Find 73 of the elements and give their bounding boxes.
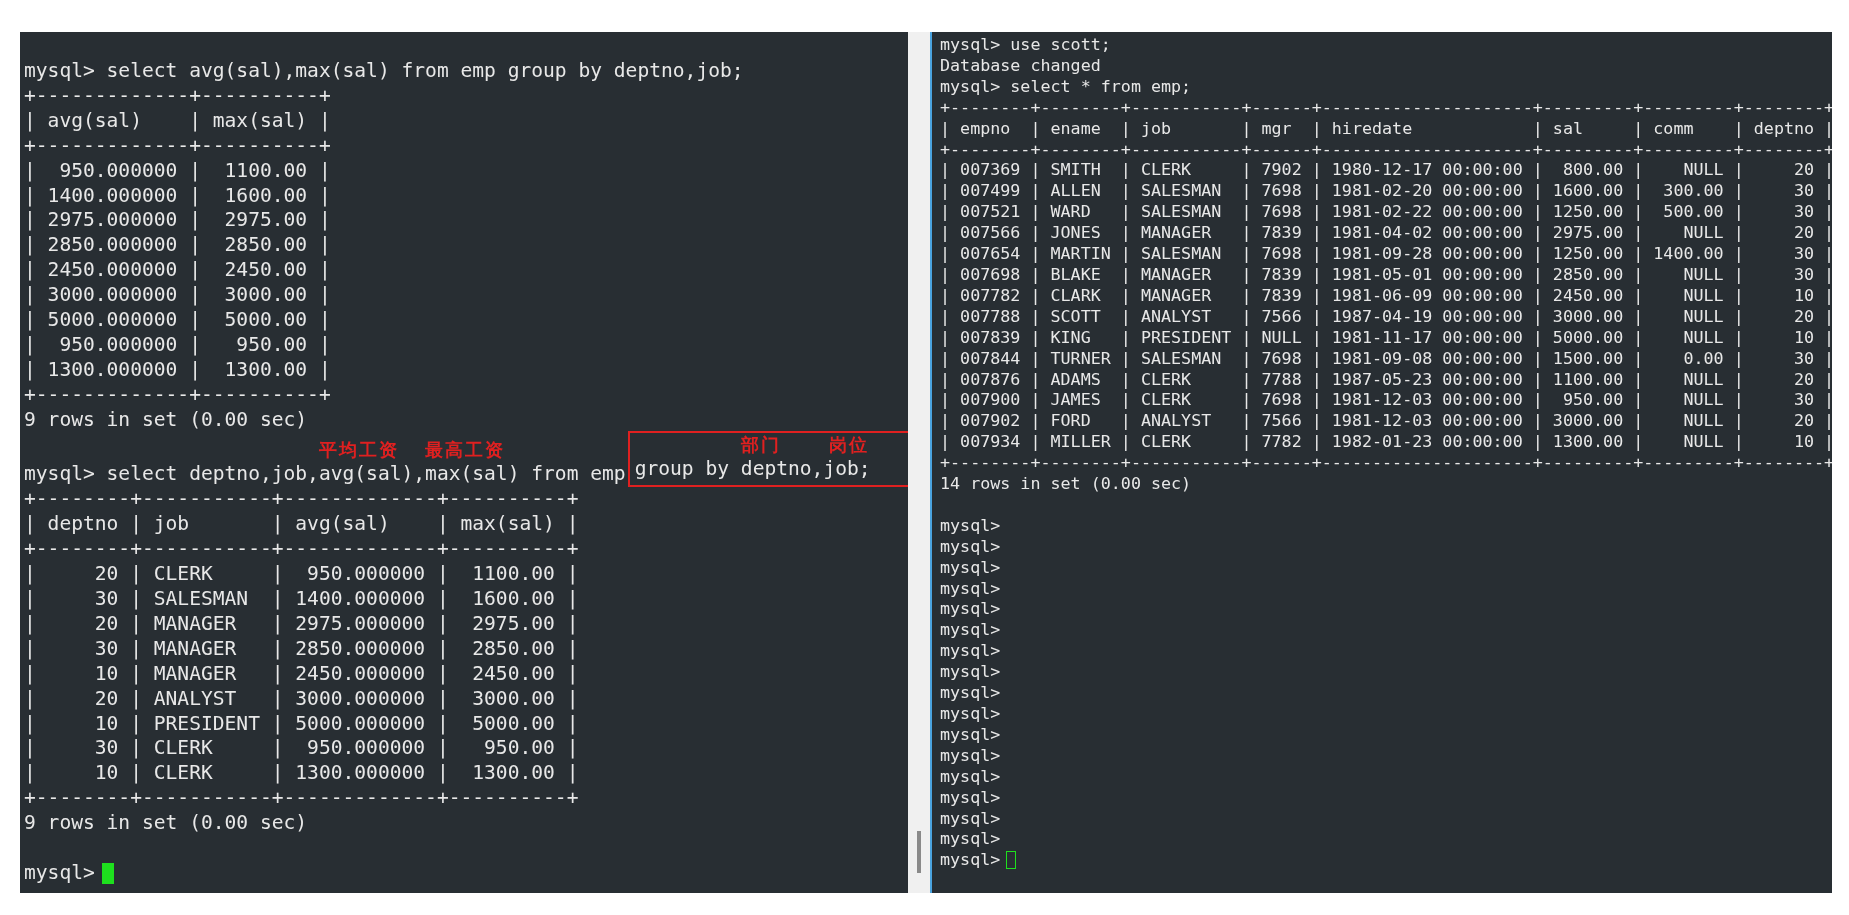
terminal-line: mysql> select deptno,job,avg(sal),max(sal) from emp	[24, 462, 626, 488]
terminal-line: | 10 | PRESIDENT | 5000.000000 | 5000.00 |	[24, 711, 580, 737]
annotation-label: 平均工资	[318, 438, 399, 460]
terminal-line: mysql>	[940, 682, 1002, 703]
terminal-line: 9 rows in set (0.00 sec)	[24, 407, 309, 433]
terminal-line: mysql>	[940, 661, 1002, 683]
terminal-line: | 007902 | FORD | ANALYST | 7566 | 1981-12-03 00:00:00 | 3000.00 | NULL | 20 |	[940, 410, 1832, 432]
terminal-line: mysql> use scott;	[940, 34, 1112, 55]
terminal-line: | 5000.000000 | 5000.00 |	[24, 308, 332, 333]
terminal-line: | 20 | MANAGER | 2975.000000 | 2975.00 |	[24, 611, 580, 637]
terminal-line: | 007654 | MARTIN | SALESMAN | 7698 | 1981-09-28 00:00:00 | 1250.00 | 1400.00 | 30 |	[940, 243, 1832, 264]
terminal-line: | 2450.000000 | 2450.00 |	[24, 258, 332, 284]
terminal-line: mysql>	[940, 828, 1002, 850]
terminal-line: mysql>	[940, 619, 1002, 641]
terminal-line: mysql>	[940, 535, 1002, 557]
terminal-line: Database changed	[940, 54, 1102, 76]
terminal-line: | 007782 | CLARK | MANAGER | 7839 | 1981-06-09 00:00:00 | 2450.00 | NULL | 10 |	[940, 284, 1832, 306]
terminal-line: +-------------+----------+	[24, 382, 332, 408]
terminal-line: | 950.000000 | 1100.00 |	[24, 158, 332, 184]
terminal-line: | 3000.000000 | 3000.00 |	[24, 283, 332, 309]
terminal-line: 14 rows in set (0.00 sec)	[940, 473, 1193, 494]
terminal-line: mysql>	[940, 723, 1002, 745]
terminal-line: mysql>	[940, 807, 1002, 829]
terminal-line: mysql>	[940, 786, 1002, 808]
terminal-line: mysql>	[940, 556, 1002, 578]
terminal-line: | 2850.000000 | 2850.00 |	[24, 233, 332, 259]
terminal-line: | 007876 | ADAMS | CLERK | 7788 | 1987-05-23 00:00:00 | 1100.00 | NULL | 20 |	[940, 368, 1832, 390]
terminal-line: | 007934 | MILLER | CLERK | 7782 | 1982-01-23 00:00:00 | 1300.00 | NULL | 10 |	[940, 431, 1832, 453]
annotation-label: 部门	[740, 433, 781, 455]
terminal-line: | 007566 | JONES | MANAGER | 7839 | 1981-04-02 00:00:00 | 2975.00 | NULL | 20 |	[940, 222, 1832, 244]
scrollbar-thumb[interactable]	[917, 831, 921, 873]
terminal-line: +--------+-----------+-------------+----------+	[24, 537, 580, 563]
terminal-line: | 30 | SALESMAN | 1400.000000 | 1600.00 |	[24, 587, 580, 612]
terminal-line: | 007844 | TURNER | SALESMAN | 7698 | 1981-09-08 00:00:00 | 1500.00 | 0.00 | 30 |	[940, 347, 1832, 369]
terminal-line: 9 rows in set (0.00 sec)	[24, 811, 309, 837]
terminal-line: | 007900 | JAMES | CLERK | 7698 | 1981-12-03 00:00:00 | 950.00 | NULL | 30 |	[940, 389, 1832, 411]
terminal-line: | 1400.000000 | 1600.00 |	[24, 183, 332, 209]
terminal-line: mysql> select * from emp;	[940, 75, 1193, 97]
terminal-line: | 007839 | KING | PRESIDENT | NULL | 1981-11-17 00:00:00 | 5000.00 | NULL | 10 |	[940, 326, 1832, 348]
terminal-line: mysql> select avg(sal),max(sal) from emp group by deptno,job;	[24, 59, 745, 84]
terminal-line: | avg(sal) | max(sal) |	[24, 108, 332, 134]
terminal-line: mysql>	[940, 640, 1002, 662]
terminal-line: mysql>	[940, 849, 1001, 871]
terminal-line: | 007499 | ALLEN | SALESMAN | 7698 | 1981-02-20 00:00:00 | 1600.00 | 300.00 | 30 |	[940, 180, 1832, 202]
annotation-label: 最高工资	[425, 438, 506, 460]
terminal-line: mysql>	[940, 744, 1002, 766]
terminal-line: +--------+-----------+-------------+----------+	[24, 487, 580, 513]
terminal-line: | 007521 | WARD | SALESMAN | 7698 | 1981-02-22 00:00:00 | 1250.00 | 500.00 | 30 |	[940, 201, 1832, 223]
terminal-line: | 20 | ANALYST | 3000.000000 | 3000.00 |	[24, 686, 580, 712]
terminal-line: | 10 | MANAGER | 2450.000000 | 2450.00 |	[24, 661, 580, 687]
terminal-line: mysql>	[940, 703, 1002, 724]
terminal-line: mysql>	[940, 765, 1002, 787]
terminal-line: | 1300.000000 | 1300.00 |	[24, 357, 332, 383]
terminal-line: | 2975.000000 | 2975.00 |	[24, 208, 332, 234]
terminal-line: +--------+-----------+-------------+----------+	[24, 786, 580, 812]
annotation-label: 岗位	[829, 433, 870, 455]
terminal-line: | 007369 | SMITH | CLERK | 7902 | 1980-12-17 00:00:00 | 800.00 | NULL | 20 |	[940, 159, 1832, 181]
terminal-line: mysql>	[24, 860, 95, 886]
terminal-line: | 950.000000 | 950.00 |	[24, 332, 332, 358]
terminal-line: | 30 | CLERK | 950.000000 | 950.00 |	[24, 736, 580, 762]
terminal-line: mysql>	[940, 598, 1002, 620]
terminal-line: | 007788 | SCOTT | ANALYST | 7566 | 1987-04-19 00:00:00 | 3000.00 | NULL | 20 |	[940, 305, 1832, 327]
terminal-line: | 20 | CLERK | 950.000000 | 1100.00 |	[24, 562, 580, 587]
terminal-line: | 30 | MANAGER | 2850.000000 | 2850.00 |	[24, 636, 580, 662]
terminal-line: +-------------+----------+	[24, 83, 332, 109]
terminal-line: | empno | ename | job | mgr | hiredate | sal | comm | deptno |	[940, 117, 1832, 139]
terminal-line: mysql>	[940, 514, 1002, 536]
terminal-line: | deptno | job | avg(sal) | max(sal) |	[24, 512, 580, 538]
terminal-line: mysql>	[940, 577, 1002, 599]
terminal-line: +-------------+----------+	[24, 133, 332, 159]
terminal-line: | 10 | CLERK | 1300.000000 | 1300.00 |	[24, 761, 580, 787]
terminal-line: group by deptno,job;	[633, 457, 872, 483]
terminal-line: | 007698 | BLAKE | MANAGER | 7839 | 1981-05-01 00:00:00 | 2850.00 | NULL | 30 |	[940, 263, 1832, 285]
